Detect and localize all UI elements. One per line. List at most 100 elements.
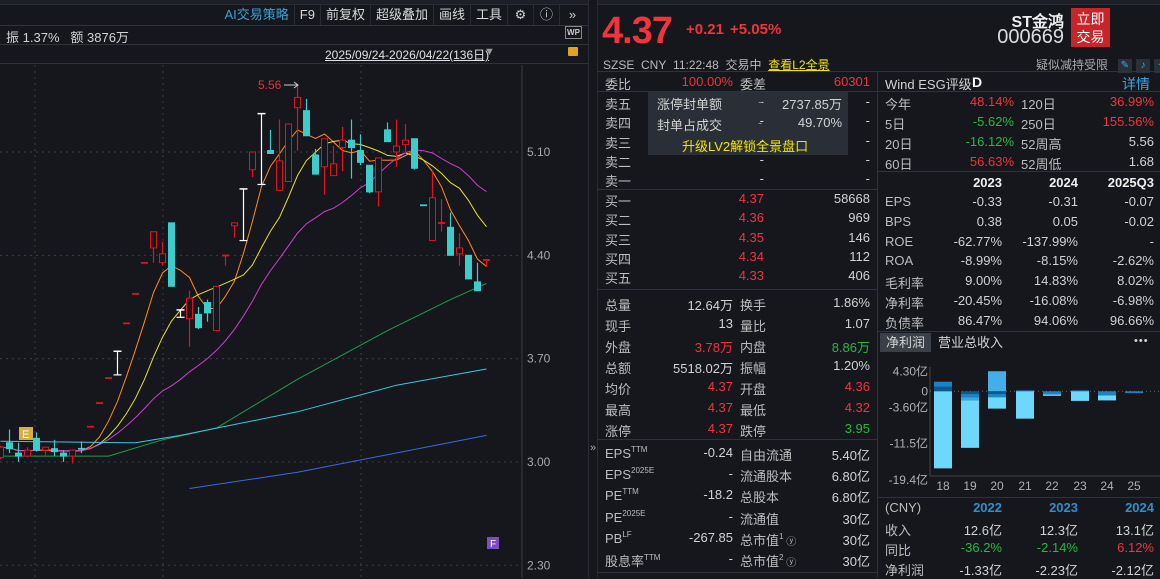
bid-level-label: 买五 (605, 271, 632, 287)
candle-body (51, 448, 58, 453)
divider (598, 189, 877, 190)
fundamental-label: 总股本 (740, 487, 779, 506)
fundamental-value: - (728, 466, 733, 482)
collapse-icon[interactable]: » (590, 442, 596, 454)
dropdown-arrow-icon[interactable]: ▼ (484, 46, 495, 58)
candle (357, 134, 364, 166)
bid-level-label: 买一 (605, 194, 632, 209)
candle (60, 450, 67, 462)
return-value: 155.56% (1102, 114, 1154, 129)
candle (15, 442, 22, 462)
stat-value: 3.78万 (694, 340, 733, 355)
ask-level-label: 卖三 (605, 135, 632, 151)
expand-icon[interactable]: » (559, 5, 585, 25)
fundamental-superscript: 2025E (622, 508, 646, 518)
x-tick-label: 18 (936, 479, 950, 493)
candle-body (483, 258, 490, 261)
fundamental-value: 6.80亿 (831, 469, 870, 485)
fundamental-value: -18.2 (703, 487, 733, 503)
candle-body (78, 447, 85, 450)
adjust-forward-button[interactable]: 前复权 (319, 5, 370, 25)
annual-metric-value: -1.33亿 (959, 563, 1002, 578)
return-period-label: 今年 (885, 97, 912, 112)
annual-year-header: 2023 (1049, 500, 1078, 515)
candle (42, 446, 49, 457)
financial-metric-value: -0.31 (1048, 194, 1078, 209)
candle (204, 299, 211, 322)
return-period-label: 120日 (1021, 97, 1056, 112)
divider (598, 289, 877, 290)
financial-metric-label: BPS (885, 213, 912, 229)
financial-metric-value: 9.00% (965, 273, 1002, 289)
profit-bar-segment (934, 386, 952, 392)
fundamental-name: 自由流通 (740, 448, 793, 463)
financial-metric-label: ROA (885, 253, 914, 269)
super-overlay-button[interactable]: 超级叠加 (369, 5, 433, 25)
date-range-selector[interactable]: 2025/09/24-2026/04/22(136日) (325, 46, 489, 63)
x-tick-label: 22 (1045, 479, 1059, 493)
overlay-value: 2737.85万 (782, 97, 842, 112)
candle (483, 258, 490, 268)
candle (0, 445, 4, 460)
ai-strategy-button[interactable]: AI交易策略 (219, 5, 293, 25)
trading-status: 交易中 (725, 58, 762, 72)
return-value: -16.12% (965, 134, 1014, 149)
amount-value: 3876万 (87, 30, 129, 45)
divider (878, 91, 1160, 92)
price-change: +0.21 (686, 21, 724, 38)
currency-toggle-icon[interactable]: ⓨ (783, 537, 796, 548)
candle (375, 157, 382, 207)
candle (69, 449, 76, 464)
candle-body (366, 164, 373, 193)
financial-metric-value: -62.77% (953, 233, 1002, 249)
more-icon[interactable]: ••• (1134, 335, 1149, 347)
fundamental-label: PETTM (605, 487, 639, 503)
fundamental-name: 流通值 (740, 511, 780, 527)
gear-icon[interactable]: ⚙ (507, 5, 533, 25)
price-tick-label: 4.40 (527, 248, 551, 262)
fundamental-label: 自由流通 (740, 445, 792, 464)
candle-body (438, 222, 445, 224)
divider (878, 171, 1160, 172)
candlestick-chart[interactable]: 5.10 4.40 3.70 3.00 2.30 5.56 E F (0, 65, 588, 578)
panel-splitter[interactable]: » (588, 0, 598, 578)
stat-label: 均价 (605, 382, 632, 397)
financial-metric-value: 94.06% (1033, 312, 1078, 328)
tab-revenue[interactable]: 营业总收入 (932, 333, 1009, 352)
trade-now-button[interactable]: 立即 交易 (1071, 8, 1110, 47)
ask-level-label: 卖四 (605, 116, 632, 132)
financial-year-header: 2024 (1049, 175, 1078, 190)
financial-metric-value: -8.15% (1036, 253, 1078, 269)
wp-icon[interactable]: WP (565, 26, 582, 39)
fundamental-name: PB (605, 530, 623, 546)
tools-button[interactable]: 工具 (469, 5, 507, 25)
stat-label: 开盘 (740, 382, 767, 397)
candle (222, 254, 229, 266)
annual-metric-value: 12.6亿 (963, 523, 1002, 538)
help-icon[interactable]: ⓘ (533, 5, 559, 25)
ask-level-label: 卖一 (605, 174, 632, 190)
currency-toggle-icon[interactable]: ⓨ (783, 558, 796, 569)
fundamental-value: - (728, 551, 733, 566)
bid-price: 4.35 (738, 229, 764, 245)
candle-body (33, 437, 40, 451)
l2-link[interactable]: 查看L2全景 (768, 58, 829, 72)
candle-body (303, 110, 310, 137)
annual-metric-label: 收入 (885, 523, 912, 538)
candle-body (402, 139, 409, 146)
candle (321, 138, 328, 195)
event-marker-f-label: F (490, 539, 496, 550)
financial-metric-value: 96.66% (1109, 312, 1154, 328)
fundamental-superscript: TTM (644, 553, 661, 562)
lock-icon[interactable] (568, 47, 578, 56)
draw-line-button[interactable]: 画线 (432, 5, 470, 25)
financial-metric-label: 负债率 (885, 315, 925, 331)
fundamental-label: 流通值 (740, 509, 779, 528)
tab-net-profit[interactable]: 净利润 (880, 333, 932, 352)
price-tick-label: 3.70 (527, 352, 551, 366)
annual-metric-label: 同比 (885, 543, 912, 558)
annual-year-header: 2022 (973, 500, 1002, 515)
profit-bar-segment (988, 391, 1006, 395)
f9-button[interactable]: F9 (293, 5, 320, 25)
upgrade-l2-link[interactable]: 升级LV2解锁全景盘口 (682, 136, 808, 155)
